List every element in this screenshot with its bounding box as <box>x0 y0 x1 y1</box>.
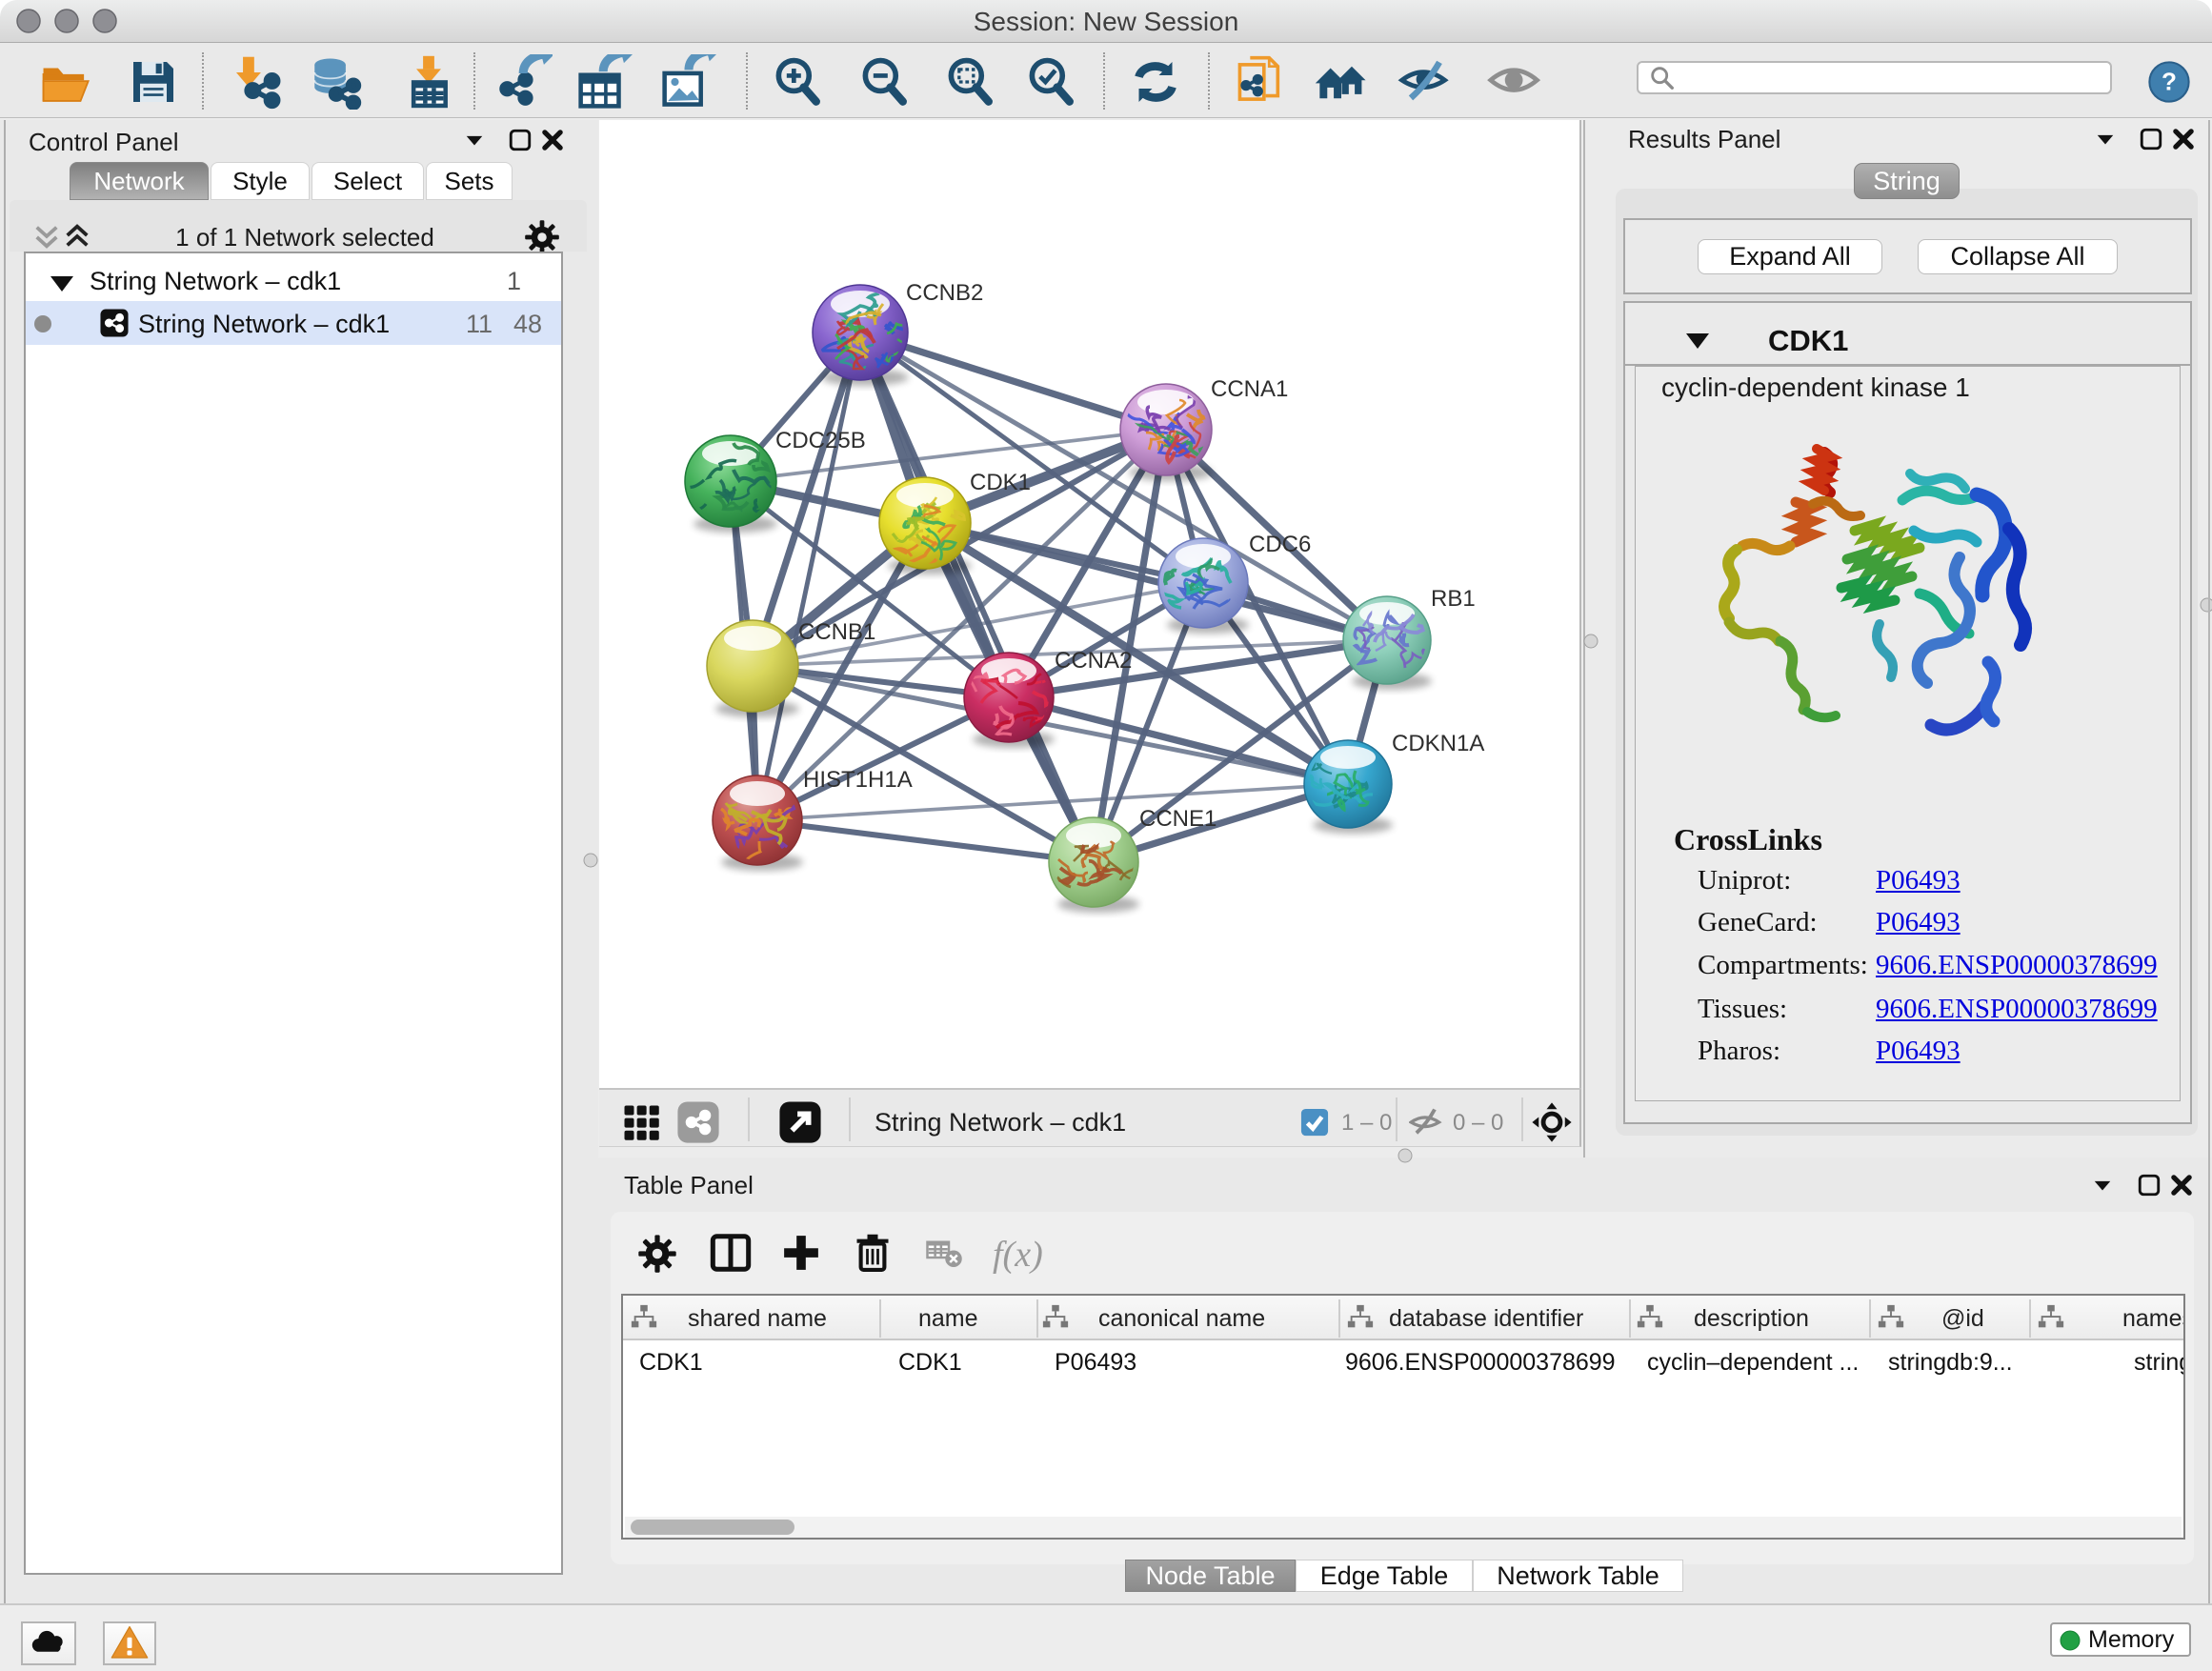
svg-text:RB1: RB1 <box>1431 586 1476 612</box>
svg-text:CCNA1: CCNA1 <box>1211 376 1288 402</box>
svg-text:CDC25B: CDC25B <box>775 428 866 453</box>
svg-text:CDC6: CDC6 <box>1249 532 1311 557</box>
svg-text:CDKN1A: CDKN1A <box>1392 731 1484 756</box>
svg-text:CCNE1: CCNE1 <box>1139 806 1217 832</box>
svg-text:CCNB2: CCNB2 <box>906 280 983 306</box>
svg-text:?: ? <box>2162 67 2177 95</box>
svg-text:CCNA2: CCNA2 <box>1055 648 1132 674</box>
svg-text:CCNB1: CCNB1 <box>798 619 875 645</box>
svg-text:CDK1: CDK1 <box>970 470 1031 495</box>
svg-text:HIST1H1A: HIST1H1A <box>803 767 913 793</box>
